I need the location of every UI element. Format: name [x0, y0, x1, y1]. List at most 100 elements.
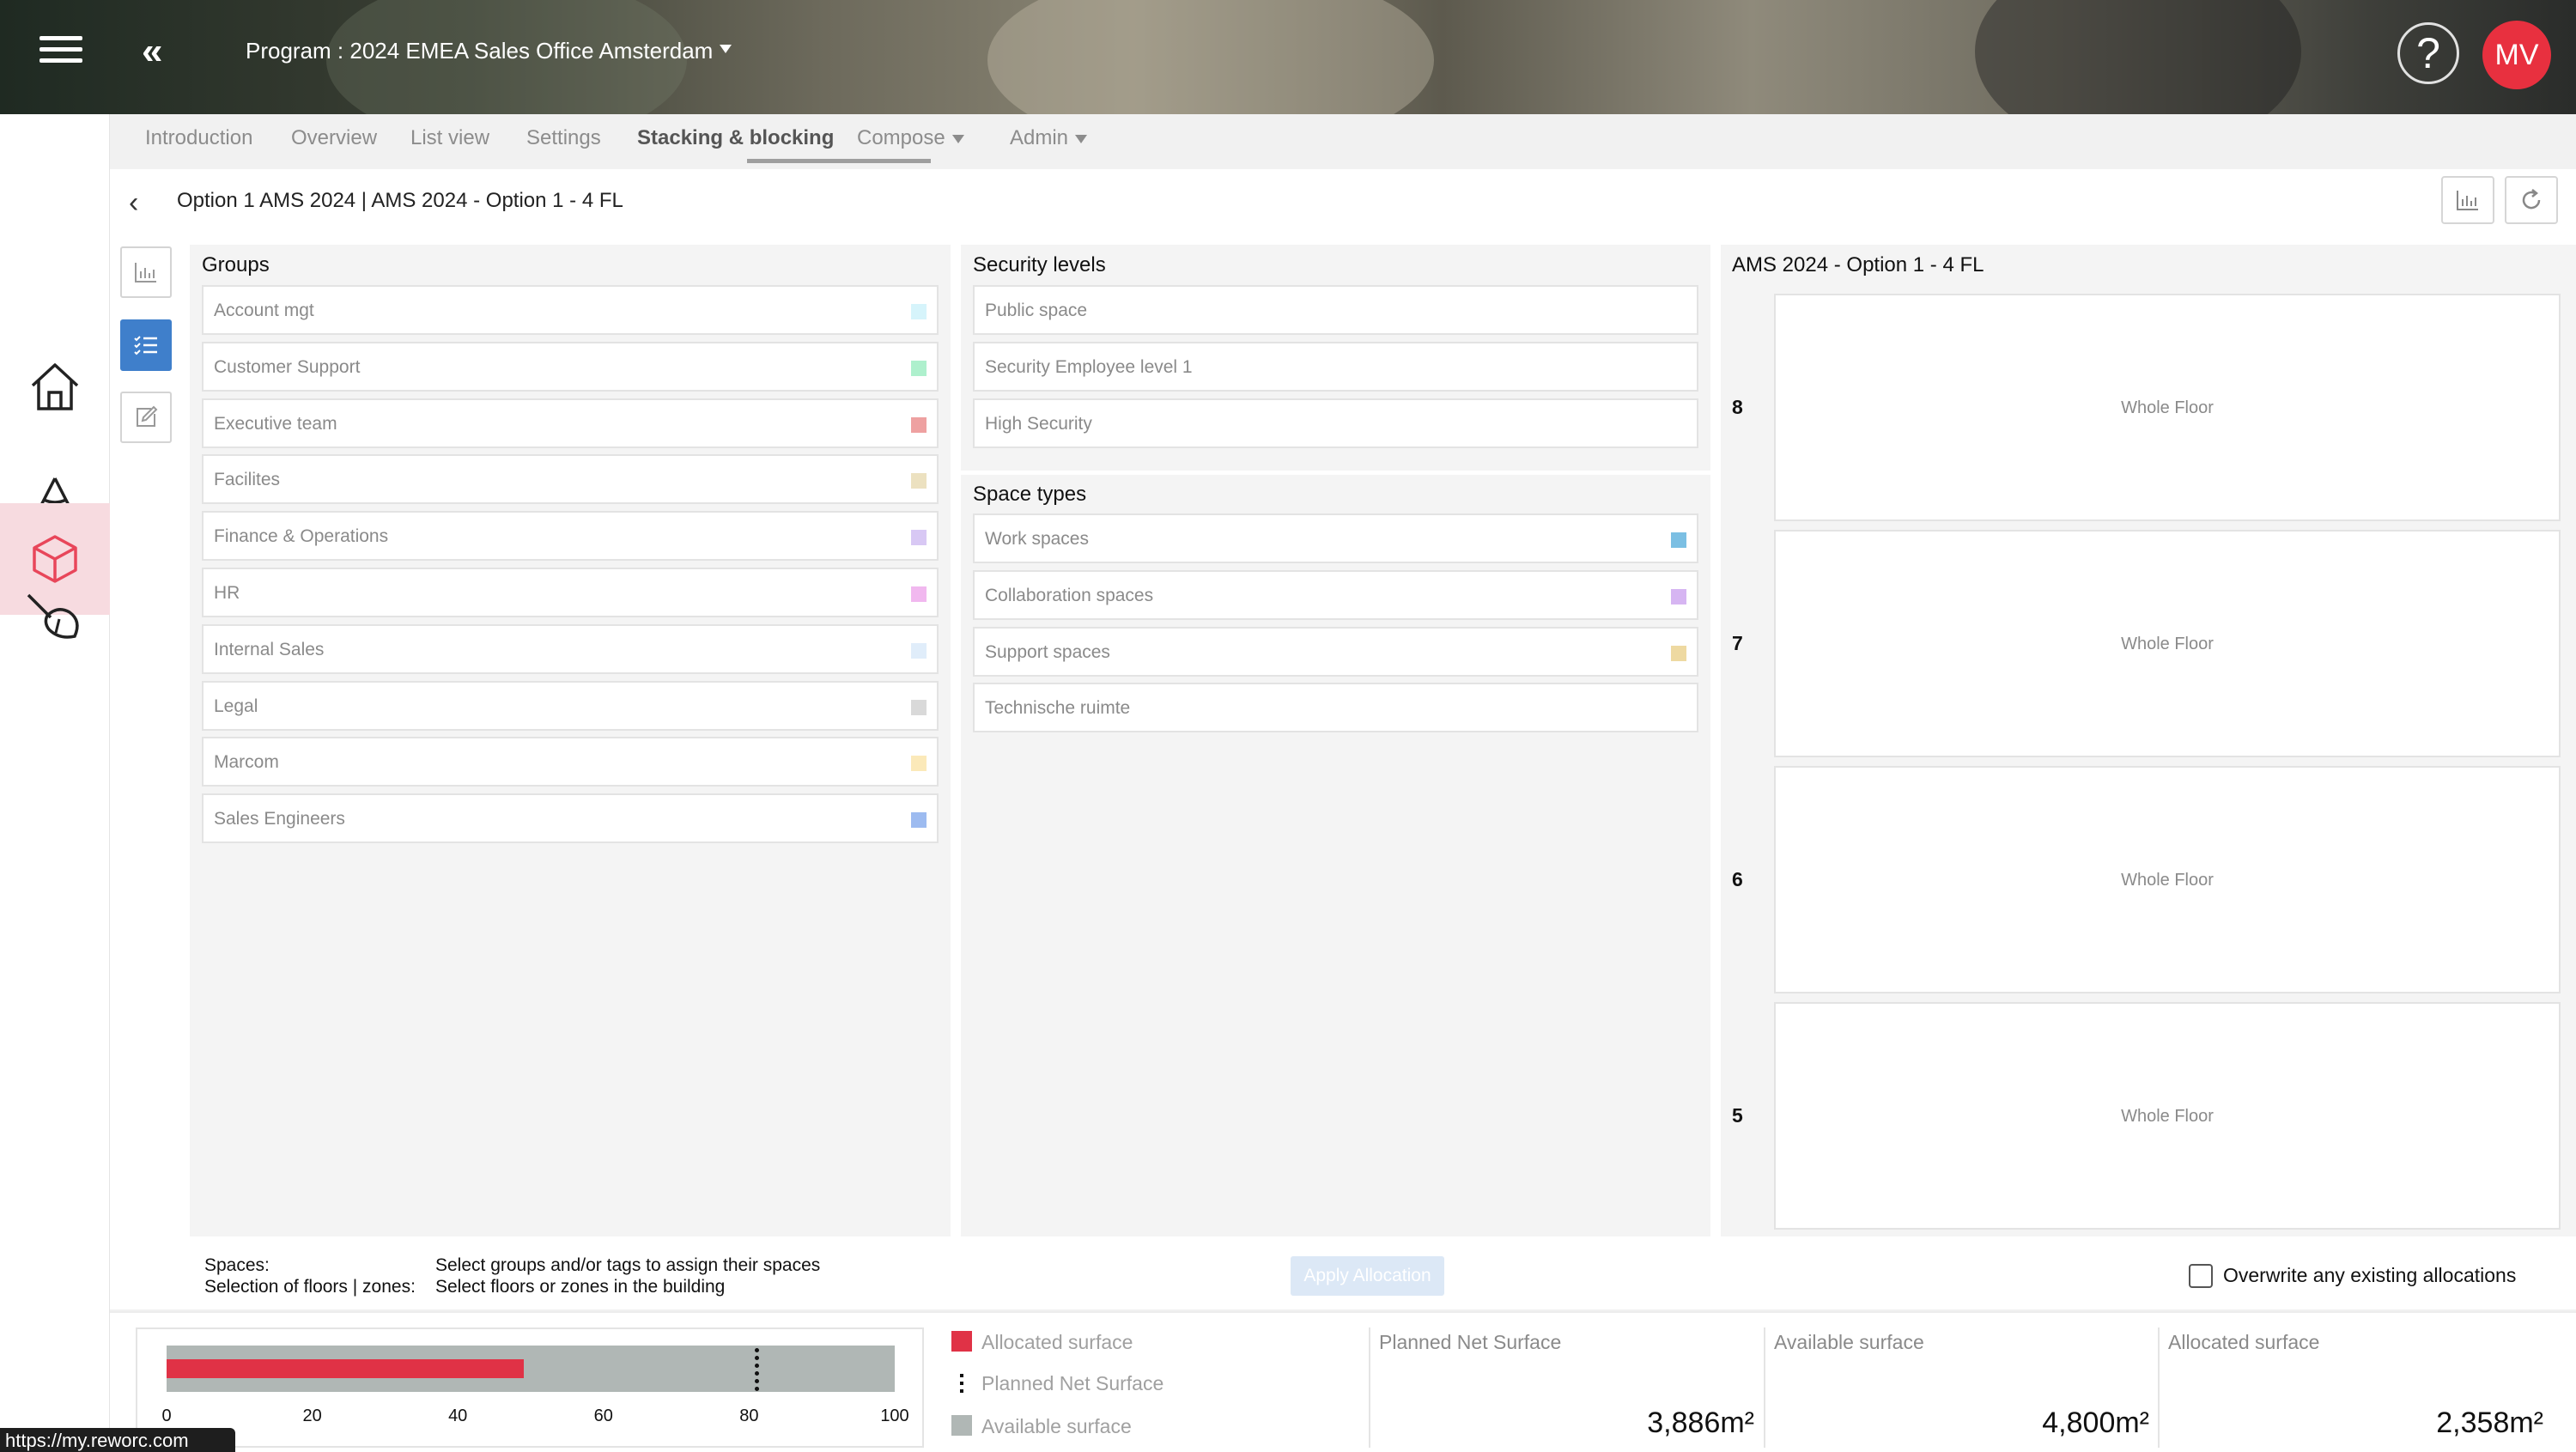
space-type-item[interactable]: Collaboration spaces: [973, 569, 1698, 620]
space-types-title: Space types: [973, 483, 1087, 506]
color-swatch: [911, 530, 927, 546]
caret-down-icon[interactable]: [720, 45, 732, 53]
tab-stacking-blocking[interactable]: Stacking & blocking: [637, 126, 834, 150]
list-item-label: Marcom: [214, 752, 279, 773]
color-swatch: [1671, 645, 1686, 661]
list-item-label: Legal: [214, 696, 258, 716]
list-item-label: HR: [214, 583, 240, 603]
edit-icon: [137, 405, 158, 427]
color-swatch: [1671, 532, 1686, 548]
tab-settings[interactable]: Settings: [526, 126, 601, 150]
x-tick-label: 0: [161, 1406, 172, 1425]
hamburger-menu-icon[interactable]: [39, 36, 82, 70]
legend-swatch-available: [951, 1415, 972, 1436]
x-tick-label: 20: [302, 1406, 322, 1425]
divider: [1369, 1327, 1370, 1448]
divider: [2158, 1327, 2160, 1448]
group-item[interactable]: Customer Support: [202, 341, 939, 392]
edit-tool-button[interactable]: [120, 392, 172, 443]
chart-tool-button[interactable]: [120, 246, 172, 298]
chevron-left-icon[interactable]: ‹: [129, 187, 155, 218]
legend-available: Available surface: [981, 1415, 1132, 1437]
x-tick-label: 40: [448, 1406, 468, 1425]
program-title[interactable]: Program : 2024 EMEA Sales Office Amsterd…: [246, 38, 713, 64]
space-type-item[interactable]: Support spaces: [973, 626, 1698, 677]
stat-value-planned: 3,886m²: [1647, 1406, 1754, 1439]
security-level-item[interactable]: High Security: [973, 398, 1698, 448]
groups-title: Groups: [202, 253, 270, 276]
group-item[interactable]: Finance & Operations: [202, 511, 939, 562]
tab-introduction[interactable]: Introduction: [145, 126, 252, 150]
floor-zone-label: Whole Floor: [2121, 634, 2214, 653]
security-level-item[interactable]: Public space: [973, 285, 1698, 335]
x-tick-label: 80: [739, 1406, 759, 1425]
list-item-label: Sales Engineers: [214, 809, 345, 829]
spaces-label: Spaces:: [204, 1255, 270, 1275]
stat-title-planned: Planned Net Surface: [1379, 1331, 1562, 1353]
group-item[interactable]: Facilites: [202, 454, 939, 505]
legend-allocated: Allocated surface: [981, 1331, 1133, 1353]
floor-number: 8: [1732, 395, 1743, 418]
active-tab-indicator: [747, 159, 931, 163]
caret-down-icon: [951, 134, 964, 143]
group-item[interactable]: Legal: [202, 680, 939, 731]
color-swatch: [911, 360, 927, 376]
security-level-item[interactable]: Security Employee level 1: [973, 341, 1698, 392]
list-item-label: Account mgt: [214, 301, 314, 320]
floor-number: 7: [1732, 631, 1743, 654]
chart-view-button[interactable]: [2441, 176, 2494, 224]
help-icon[interactable]: ?: [2397, 22, 2459, 84]
space-type-item[interactable]: Work spaces: [973, 513, 1698, 563]
group-item[interactable]: Internal Sales: [202, 623, 939, 674]
floor-zone-label: Whole Floor: [2121, 398, 2214, 417]
double-chevron-left-icon[interactable]: «: [142, 33, 176, 70]
bar-chart-icon: [135, 263, 156, 283]
list-item-label: Public space: [985, 301, 1088, 320]
space-type-item[interactable]: Technische ruimte: [973, 683, 1698, 733]
floor-zone[interactable]: Whole Floor: [1774, 294, 2561, 521]
list-item-label: Customer Support: [214, 356, 361, 377]
checklist-tool-button[interactable]: [120, 319, 172, 371]
stat-value-available: 4,800m²: [2042, 1406, 2149, 1439]
floor-zone-label: Whole Floor: [2121, 1106, 2214, 1126]
tab-overview[interactable]: Overview: [291, 126, 377, 150]
nav-item-brush[interactable]: [0, 561, 110, 672]
stat-title-allocated: Allocated surface: [2168, 1331, 2320, 1353]
status-url-text: https://my.reworc.com: [5, 1430, 189, 1451]
tab-admin[interactable]: Admin: [1010, 126, 1088, 150]
color-swatch: [911, 586, 927, 602]
caret-down-icon: [1075, 134, 1088, 143]
tab-list-view[interactable]: List view: [410, 126, 489, 150]
status-url: https://my.reworc.com: [0, 1428, 235, 1452]
option-title: Option 1 AMS 2024 | AMS 2024 - Option 1 …: [177, 189, 623, 212]
floor-zone[interactable]: Whole Floor: [1774, 1002, 2561, 1230]
apply-allocation-button[interactable]: Apply Allocation: [1291, 1256, 1444, 1296]
color-swatch: [911, 416, 927, 433]
tab-compose[interactable]: Compose: [857, 126, 964, 150]
floor-zone[interactable]: Whole Floor: [1774, 766, 2561, 993]
list-item-label: Technische ruimte: [985, 698, 1131, 719]
group-item[interactable]: Account mgt: [202, 285, 939, 335]
group-item[interactable]: Executive team: [202, 398, 939, 448]
list-item-label: Support spaces: [985, 641, 1110, 662]
overwrite-checkbox[interactable]: [2189, 1264, 2213, 1288]
group-item[interactable]: HR: [202, 568, 939, 617]
avatar[interactable]: MV: [2482, 21, 2551, 89]
color-swatch: [911, 304, 927, 319]
group-item[interactable]: Marcom: [202, 737, 939, 787]
stat-title-available: Available surface: [1774, 1331, 1924, 1353]
tab-label: Compose: [857, 126, 945, 149]
refresh-button[interactable]: [2505, 176, 2558, 224]
paint-brush-icon: [27, 593, 79, 639]
legend-planned: Planned Net Surface: [981, 1372, 1164, 1394]
list-item-label: Finance & Operations: [214, 526, 389, 547]
list-item-label: Executive team: [214, 413, 337, 434]
nav-item-home[interactable]: [0, 331, 110, 442]
checklist-icon: [134, 336, 157, 355]
floor-zone[interactable]: Whole Floor: [1774, 530, 2561, 757]
bar-chart-icon: [2457, 191, 2478, 210]
refresh-icon: [2522, 189, 2541, 210]
group-item[interactable]: Sales Engineers: [202, 793, 939, 844]
list-item-label: High Security: [985, 413, 1092, 434]
tab-label: Admin: [1010, 126, 1069, 149]
